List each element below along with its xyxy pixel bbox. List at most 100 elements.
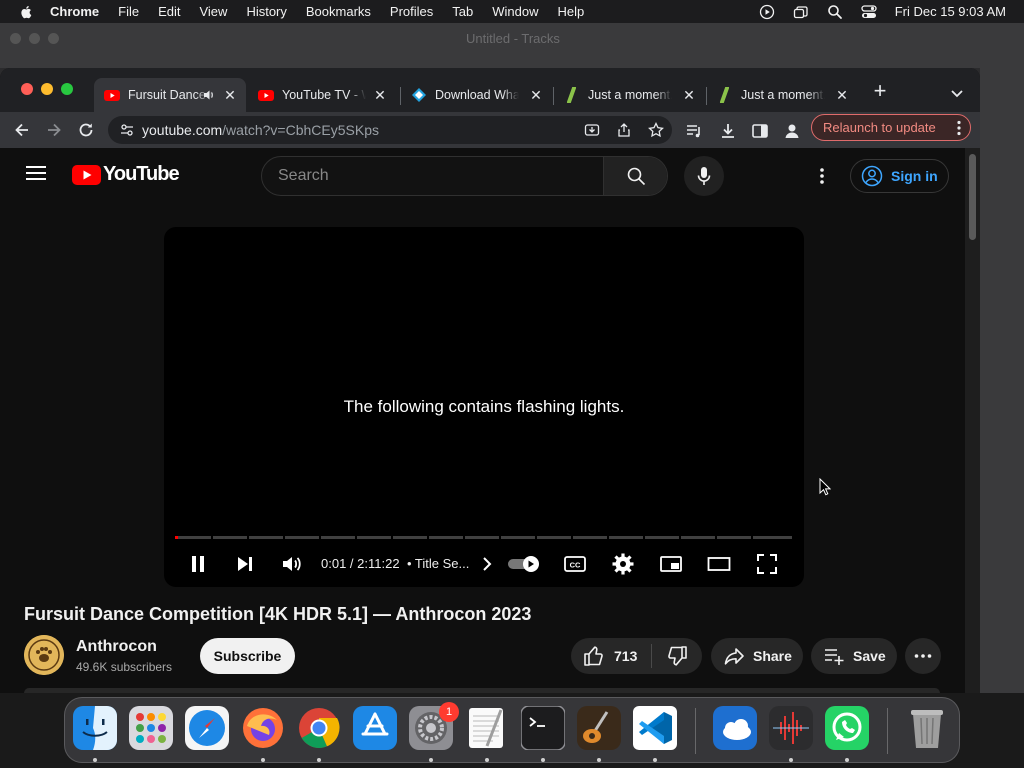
dock-firefox[interactable]: [241, 706, 285, 750]
back-arrow-icon[interactable]: [12, 120, 32, 140]
zoom-window-button[interactable]: [61, 83, 73, 95]
chrome-menu-kebab-icon[interactable]: [957, 120, 961, 136]
dislike-button[interactable]: [652, 638, 702, 674]
menu-help[interactable]: Help: [558, 4, 585, 19]
screen-record-icon[interactable]: [759, 4, 775, 20]
dock-weather[interactable]: [713, 706, 757, 750]
dock-app-store[interactable]: [353, 706, 397, 750]
chapter-marker: [643, 536, 645, 539]
profile-avatar-icon[interactable]: [783, 122, 801, 140]
menu-bookmarks[interactable]: Bookmarks: [306, 4, 371, 19]
menubar-clock[interactable]: Fri Dec 15 9:03 AM: [895, 4, 1006, 19]
miniplayer-icon[interactable]: [659, 552, 683, 576]
search-button[interactable]: [603, 157, 667, 195]
menu-tab[interactable]: Tab: [452, 4, 473, 19]
tab-close-icon[interactable]: ✕: [834, 87, 850, 103]
install-app-icon[interactable]: [584, 122, 600, 138]
side-panel-icon[interactable]: [751, 122, 769, 140]
save-button[interactable]: Save: [811, 638, 897, 674]
subscribe-button[interactable]: Subscribe: [200, 638, 295, 674]
dock-terminal[interactable]: [520, 705, 566, 751]
chapter-title[interactable]: • Title Se...: [407, 556, 469, 571]
dock-whatsapp[interactable]: [825, 706, 869, 750]
spotlight-search-icon[interactable]: [827, 4, 843, 20]
search-input[interactable]: Search: [278, 167, 329, 185]
video-player[interactable]: The following contains flashing lights. …: [164, 227, 804, 587]
guide-menu-icon[interactable]: [26, 166, 46, 180]
garageband-icon: [577, 706, 621, 750]
minimize-window-button[interactable]: [41, 83, 53, 95]
tab-download[interactable]: Download What ✕: [401, 78, 552, 112]
reload-icon[interactable]: [76, 120, 96, 140]
site-info-icon[interactable]: [120, 123, 134, 137]
dock-launchpad[interactable]: [129, 706, 173, 750]
tab-just-a-moment-2[interactable]: Just a moment... ✕: [707, 78, 858, 112]
dock-vscode[interactable]: [633, 706, 677, 750]
pause-icon[interactable]: [186, 552, 210, 576]
tab-close-icon[interactable]: ✕: [222, 87, 238, 103]
tab-close-icon[interactable]: ✕: [528, 87, 544, 103]
menu-file[interactable]: File: [118, 4, 139, 19]
menu-chrome[interactable]: Chrome: [50, 4, 99, 19]
tab-search-chevron-icon[interactable]: [949, 85, 965, 101]
autoplay-toggle-icon[interactable]: [507, 555, 541, 573]
scrollbar-thumb[interactable]: [969, 154, 976, 240]
dock-textedit[interactable]: [465, 706, 509, 750]
voice-search-button[interactable]: [684, 156, 724, 196]
menu-profiles[interactable]: Profiles: [390, 4, 433, 19]
forward-arrow-icon[interactable]: [44, 120, 64, 140]
settings-more-icon[interactable]: [820, 167, 824, 185]
fullscreen-icon[interactable]: [755, 552, 779, 576]
channel-name[interactable]: Anthrocon: [76, 638, 157, 656]
reading-list-icon[interactable]: [685, 122, 703, 140]
menu-window[interactable]: Window: [492, 4, 538, 19]
dock-trash[interactable]: [905, 706, 949, 750]
downloads-icon[interactable]: [719, 122, 737, 140]
dock-finder[interactable]: [73, 706, 117, 750]
tab-close-icon[interactable]: ✕: [372, 87, 388, 103]
close-window-button[interactable]: [21, 83, 33, 95]
background-window-title: Untitled - Tracks: [466, 31, 560, 46]
thumbs-up-icon: [584, 646, 603, 666]
captions-icon[interactable]: CC: [563, 552, 587, 576]
page-scrollbar[interactable]: [965, 148, 980, 693]
tab-youtube-tv[interactable]: YouTube TV - Watch ✕: [248, 78, 396, 112]
next-video-icon[interactable]: [233, 552, 257, 576]
menu-edit[interactable]: Edit: [158, 4, 180, 19]
chapter-marker: [391, 536, 393, 539]
video-progress-bar[interactable]: [175, 536, 792, 539]
relaunch-to-update-button[interactable]: Relaunch to update: [811, 114, 971, 141]
tab-just-a-moment-1[interactable]: Just a moment... ✕: [554, 78, 705, 112]
search-box[interactable]: Search: [261, 156, 668, 196]
stage-manager-icon[interactable]: [793, 4, 809, 20]
chapter-chevron-icon[interactable]: [475, 552, 499, 576]
textedit-icon: [469, 708, 503, 748]
channel-avatar[interactable]: [24, 635, 64, 675]
dock-garageband[interactable]: [577, 706, 621, 750]
menu-history[interactable]: History: [246, 4, 286, 19]
apple-logo-icon[interactable]: [20, 5, 34, 19]
menu-view[interactable]: View: [199, 4, 227, 19]
like-button[interactable]: 713: [571, 638, 651, 674]
sign-in-button[interactable]: Sign in: [850, 159, 949, 193]
tab-fursuit-dance[interactable]: Fursuit Dance Competition ✕: [94, 78, 246, 112]
share-label: Share: [753, 648, 792, 664]
dock-audio-editor[interactable]: [769, 706, 813, 750]
volume-icon[interactable]: [280, 552, 304, 576]
share-button[interactable]: Share: [711, 638, 803, 674]
bookmark-star-icon[interactable]: [648, 122, 664, 138]
theater-mode-icon[interactable]: [707, 552, 731, 576]
tab-audio-playing-icon[interactable]: [202, 88, 216, 102]
youtube-logo[interactable]: YouTube: [72, 163, 180, 186]
control-center-icon[interactable]: [861, 4, 877, 20]
sign-in-label: Sign in: [891, 168, 938, 184]
dock-chrome[interactable]: [297, 706, 341, 750]
dock-safari[interactable]: [185, 706, 229, 750]
share-page-icon[interactable]: [616, 122, 632, 138]
tab-close-icon[interactable]: ✕: [681, 87, 697, 103]
settings-gear-icon[interactable]: [611, 552, 635, 576]
more-actions-button[interactable]: [905, 638, 941, 674]
new-tab-plus-icon[interactable]: +: [870, 80, 890, 102]
background-window-controls: [10, 33, 59, 44]
search-icon: [627, 167, 646, 186]
